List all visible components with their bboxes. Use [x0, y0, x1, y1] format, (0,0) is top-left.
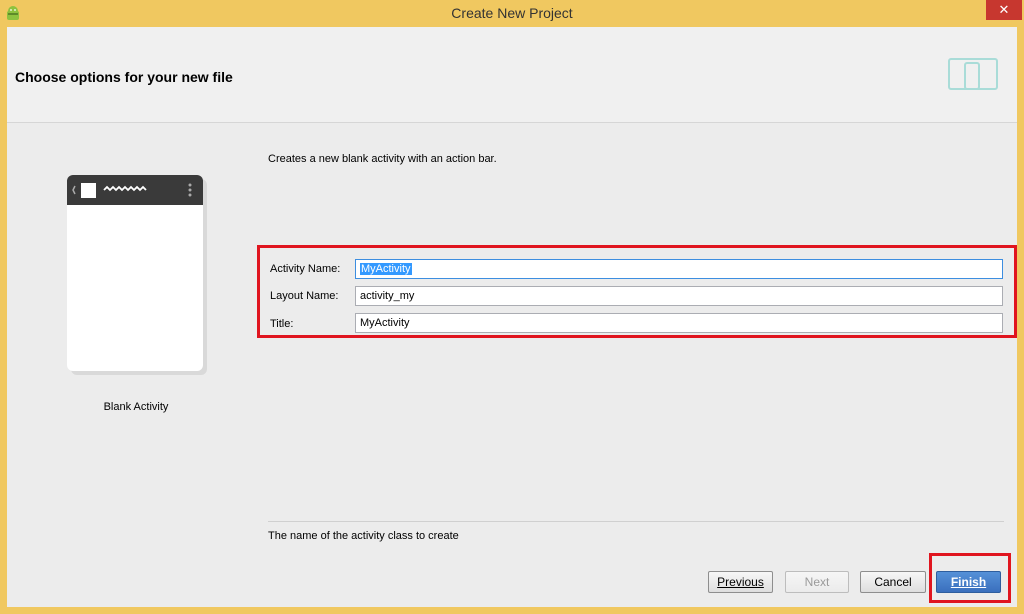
divider [268, 521, 1004, 522]
activity-name-field[interactable]: MyActivity [355, 259, 1003, 279]
layout-name-value: activity_my [360, 290, 415, 302]
layout-name-field[interactable]: activity_my [355, 286, 1003, 306]
blank-activity-preview [67, 175, 207, 375]
cancel-label: Cancel [874, 575, 912, 589]
title-value: MyActivity [360, 317, 410, 329]
layout-name-label: Layout Name: [270, 290, 339, 302]
activity-name-label: Activity Name: [270, 263, 341, 275]
title-label: Title: [270, 318, 294, 330]
next-button[interactable]: Next [785, 571, 849, 593]
previous-button[interactable]: Previous [708, 571, 773, 593]
next-label: Next [804, 575, 830, 589]
finish-label: Finish [950, 575, 987, 589]
template-preview-panel: Blank Activity [7, 123, 265, 543]
cancel-button[interactable]: Cancel [860, 571, 926, 593]
previous-label: Previous [717, 575, 764, 589]
field-hint: The name of the activity class to create [268, 530, 459, 542]
activity-options-form: Activity Name: MyActivity Layout Name: a… [257, 245, 1017, 338]
device-preview-icon [948, 58, 998, 90]
close-button[interactable]: ✕ [986, 0, 1022, 20]
title-field[interactable]: MyActivity [355, 313, 1003, 333]
close-icon: ✕ [998, 2, 1010, 17]
template-name: Blank Activity [103, 401, 169, 413]
page-title: Choose options for your new file [15, 69, 233, 85]
dialog-body: Choose options for your new file Blank A… [7, 27, 1017, 607]
window-title: Create New Project [451, 5, 573, 21]
dialog-header: Choose options for your new file [7, 27, 1017, 123]
finish-button[interactable]: Finish [936, 571, 1001, 593]
title-bar: Create New Project ✕ [0, 0, 1024, 27]
activity-name-value: MyActivity [360, 263, 412, 275]
template-description: Creates a new blank activity with an act… [268, 153, 497, 165]
